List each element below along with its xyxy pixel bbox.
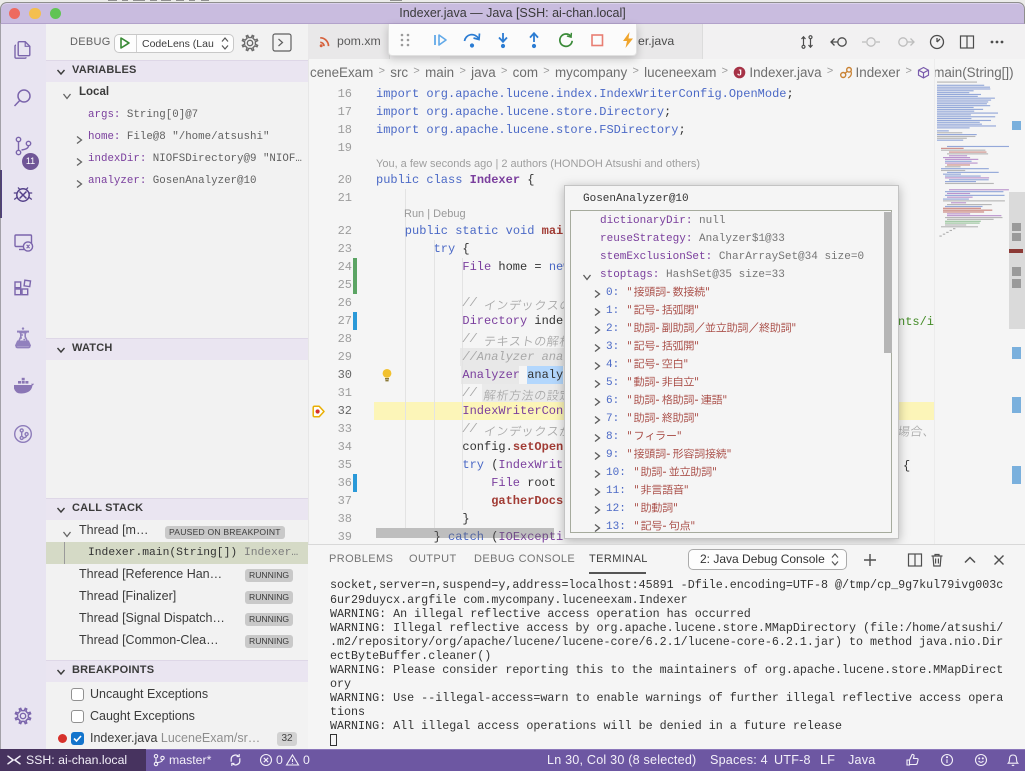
svg-text:J: J xyxy=(737,67,742,77)
